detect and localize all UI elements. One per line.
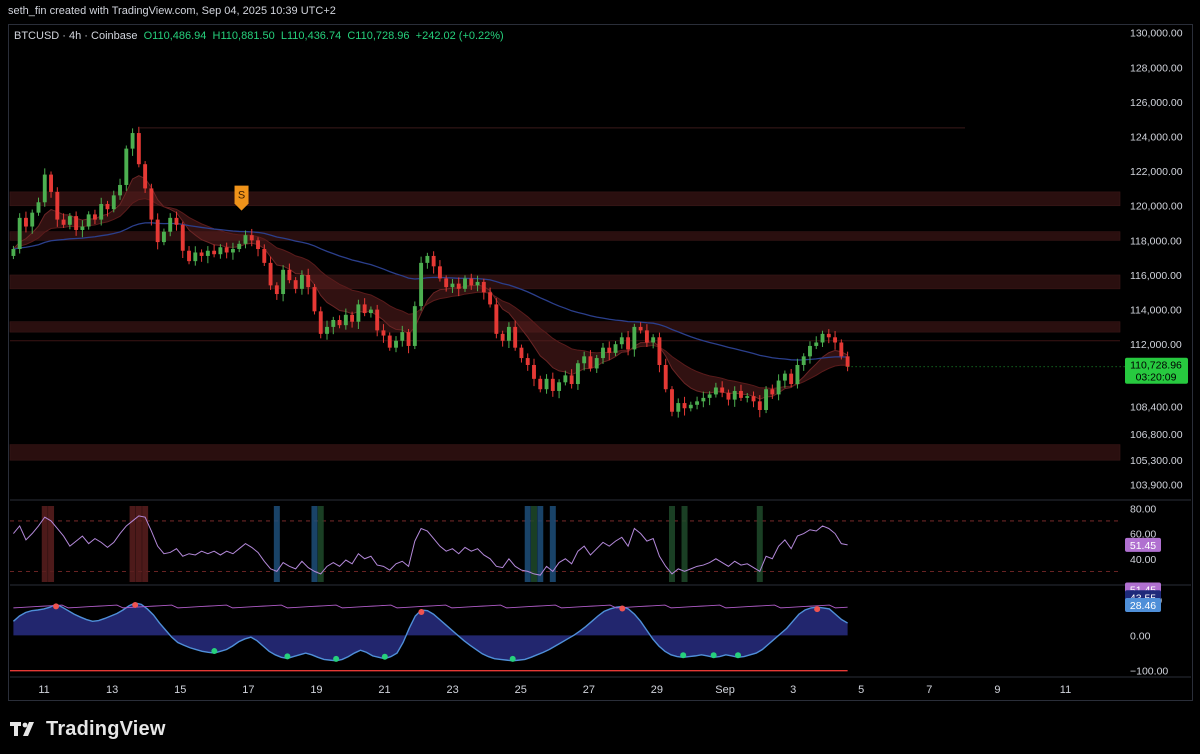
open-value: O110,486.94	[143, 30, 207, 42]
high-value: H110,881.50	[212, 30, 275, 42]
symbol-legend: BTCUSD · 4h · Coinbase O110,486.94 H110,…	[14, 30, 504, 42]
footer-branding: TradingView	[10, 717, 166, 741]
change-value: +242.02 (+0.22%)	[415, 30, 504, 42]
brand-name: TradingView	[46, 717, 166, 740]
tradingview-logo-icon	[10, 722, 34, 736]
close-value: C110,728.96	[347, 30, 410, 42]
chart-frame[interactable]	[8, 24, 1193, 701]
symbol-info[interactable]: BTCUSD · 4h · Coinbase	[14, 30, 138, 42]
low-value: L110,436.74	[280, 30, 342, 42]
chart-credit: seth_fin created with TradingView.com, S…	[8, 5, 336, 17]
